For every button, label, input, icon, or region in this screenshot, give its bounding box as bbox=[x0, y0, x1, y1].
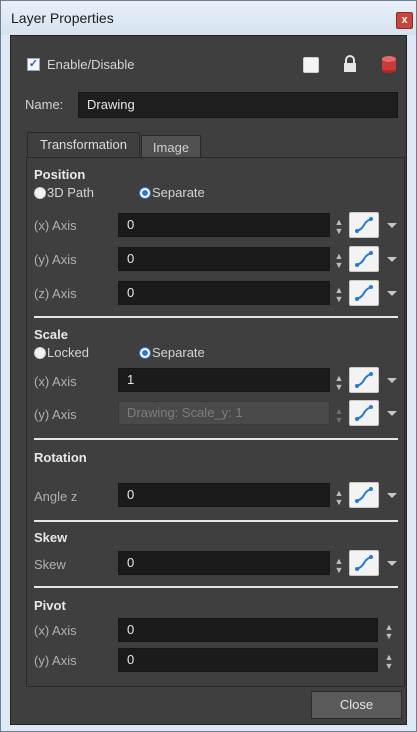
position-y-dropdown-arrow[interactable] bbox=[387, 257, 397, 262]
position-x-field[interactable]: 0 bbox=[118, 213, 330, 237]
position-3dpath-radio[interactable] bbox=[34, 187, 46, 199]
name-label: Name: bbox=[25, 97, 64, 112]
function-curve-icon bbox=[355, 251, 373, 267]
position-y-spinner[interactable]: ▲ ▼ bbox=[334, 252, 344, 270]
skew-section-title: Skew bbox=[34, 530, 68, 545]
enable-checkbox[interactable]: ✓ bbox=[27, 58, 40, 71]
rotation-dropdown-arrow[interactable] bbox=[387, 493, 397, 498]
scale-locked-radio[interactable] bbox=[34, 347, 46, 359]
lock-icon[interactable] bbox=[342, 55, 358, 73]
position-x-dropdown-arrow[interactable] bbox=[387, 223, 397, 228]
position-z-label: (z) Axis bbox=[34, 286, 77, 301]
tab-transformation[interactable]: Transformation bbox=[27, 132, 140, 158]
pivot-y-field[interactable]: 0 bbox=[118, 648, 378, 672]
pivot-x-field[interactable]: 0 bbox=[118, 618, 378, 642]
scale-separate-radio[interactable] bbox=[139, 347, 151, 359]
function-curve-icon bbox=[355, 372, 373, 388]
skew-field[interactable]: 0 bbox=[118, 551, 330, 575]
function-curve-icon bbox=[355, 487, 373, 503]
scale-x-spinner[interactable]: ▲ ▼ bbox=[334, 374, 344, 392]
position-x-function-button[interactable] bbox=[349, 212, 379, 238]
position-section-title: Position bbox=[34, 167, 86, 182]
scale-x-dropdown-arrow[interactable] bbox=[387, 378, 397, 383]
name-input[interactable]: Drawing bbox=[78, 92, 398, 118]
section-divider bbox=[34, 316, 398, 318]
position-z-function-button[interactable] bbox=[349, 280, 379, 306]
section-divider bbox=[34, 586, 398, 588]
function-curve-icon bbox=[355, 405, 373, 421]
position-separate-radio[interactable] bbox=[139, 187, 151, 199]
section-divider bbox=[34, 520, 398, 522]
position-z-spinner[interactable]: ▲ ▼ bbox=[334, 286, 344, 304]
scale-section-title: Scale bbox=[34, 327, 68, 342]
rotation-section-title: Rotation bbox=[34, 450, 87, 465]
scale-y-function-button[interactable] bbox=[349, 400, 379, 426]
rotation-angle-label: Angle z bbox=[34, 489, 78, 504]
color-swatch-icon[interactable] bbox=[303, 57, 319, 73]
close-button[interactable]: Close bbox=[311, 691, 402, 719]
skew-function-button[interactable] bbox=[349, 550, 379, 576]
rotation-angle-field[interactable]: 0 bbox=[118, 483, 330, 507]
position-y-field[interactable]: 0 bbox=[118, 247, 330, 271]
position-separate-label: Separate bbox=[152, 185, 205, 200]
pivot-x-spinner[interactable]: ▲ ▼ bbox=[384, 623, 394, 641]
pivot-section-title: Pivot bbox=[34, 598, 66, 613]
scale-x-label: (x) Axis bbox=[34, 374, 77, 389]
position-3dpath-label: 3D Path bbox=[47, 185, 94, 200]
section-divider bbox=[34, 438, 398, 440]
skew-label: Skew bbox=[34, 557, 66, 572]
tab-image[interactable]: Image bbox=[141, 135, 201, 158]
rotation-angle-spinner[interactable]: ▲ ▼ bbox=[334, 489, 344, 507]
function-curve-icon bbox=[355, 555, 373, 571]
position-x-spinner[interactable]: ▲ ▼ bbox=[334, 218, 344, 236]
pivot-y-spinner[interactable]: ▲ ▼ bbox=[384, 653, 394, 671]
title-bar[interactable]: Layer Properties x bbox=[1, 1, 416, 35]
function-curve-icon bbox=[355, 217, 373, 233]
position-y-function-button[interactable] bbox=[349, 246, 379, 272]
scale-y-dropdown-arrow[interactable] bbox=[387, 411, 397, 416]
position-y-label: (y) Axis bbox=[34, 252, 77, 267]
scale-locked-label: Locked bbox=[47, 345, 89, 360]
pivot-y-label: (y) Axis bbox=[34, 653, 77, 668]
scale-y-label: (y) Axis bbox=[34, 407, 77, 422]
function-curve-icon bbox=[355, 285, 373, 301]
scale-y-spinner: ▲ ▼ bbox=[334, 406, 344, 425]
scale-x-field[interactable]: 1 bbox=[118, 368, 330, 392]
skew-dropdown-arrow[interactable] bbox=[387, 561, 397, 566]
cylinder-icon[interactable] bbox=[380, 54, 398, 74]
scale-x-function-button[interactable] bbox=[349, 367, 379, 393]
scale-separate-label: Separate bbox=[152, 345, 205, 360]
position-x-label: (x) Axis bbox=[34, 218, 77, 233]
pivot-x-label: (x) Axis bbox=[34, 623, 77, 638]
window-title: Layer Properties bbox=[11, 10, 114, 26]
rotation-function-button[interactable] bbox=[349, 482, 379, 508]
skew-spinner[interactable]: ▲ ▼ bbox=[334, 557, 344, 575]
position-z-field[interactable]: 0 bbox=[118, 281, 330, 305]
window-close-button[interactable]: x bbox=[396, 12, 413, 29]
enable-label: Enable/Disable bbox=[47, 57, 135, 72]
layer-properties-dialog: Layer Properties x ✓ Enable/Disable Name… bbox=[0, 0, 417, 732]
position-z-dropdown-arrow[interactable] bbox=[387, 291, 397, 296]
scale-y-field: Drawing: Scale_y: 1 bbox=[118, 401, 330, 425]
